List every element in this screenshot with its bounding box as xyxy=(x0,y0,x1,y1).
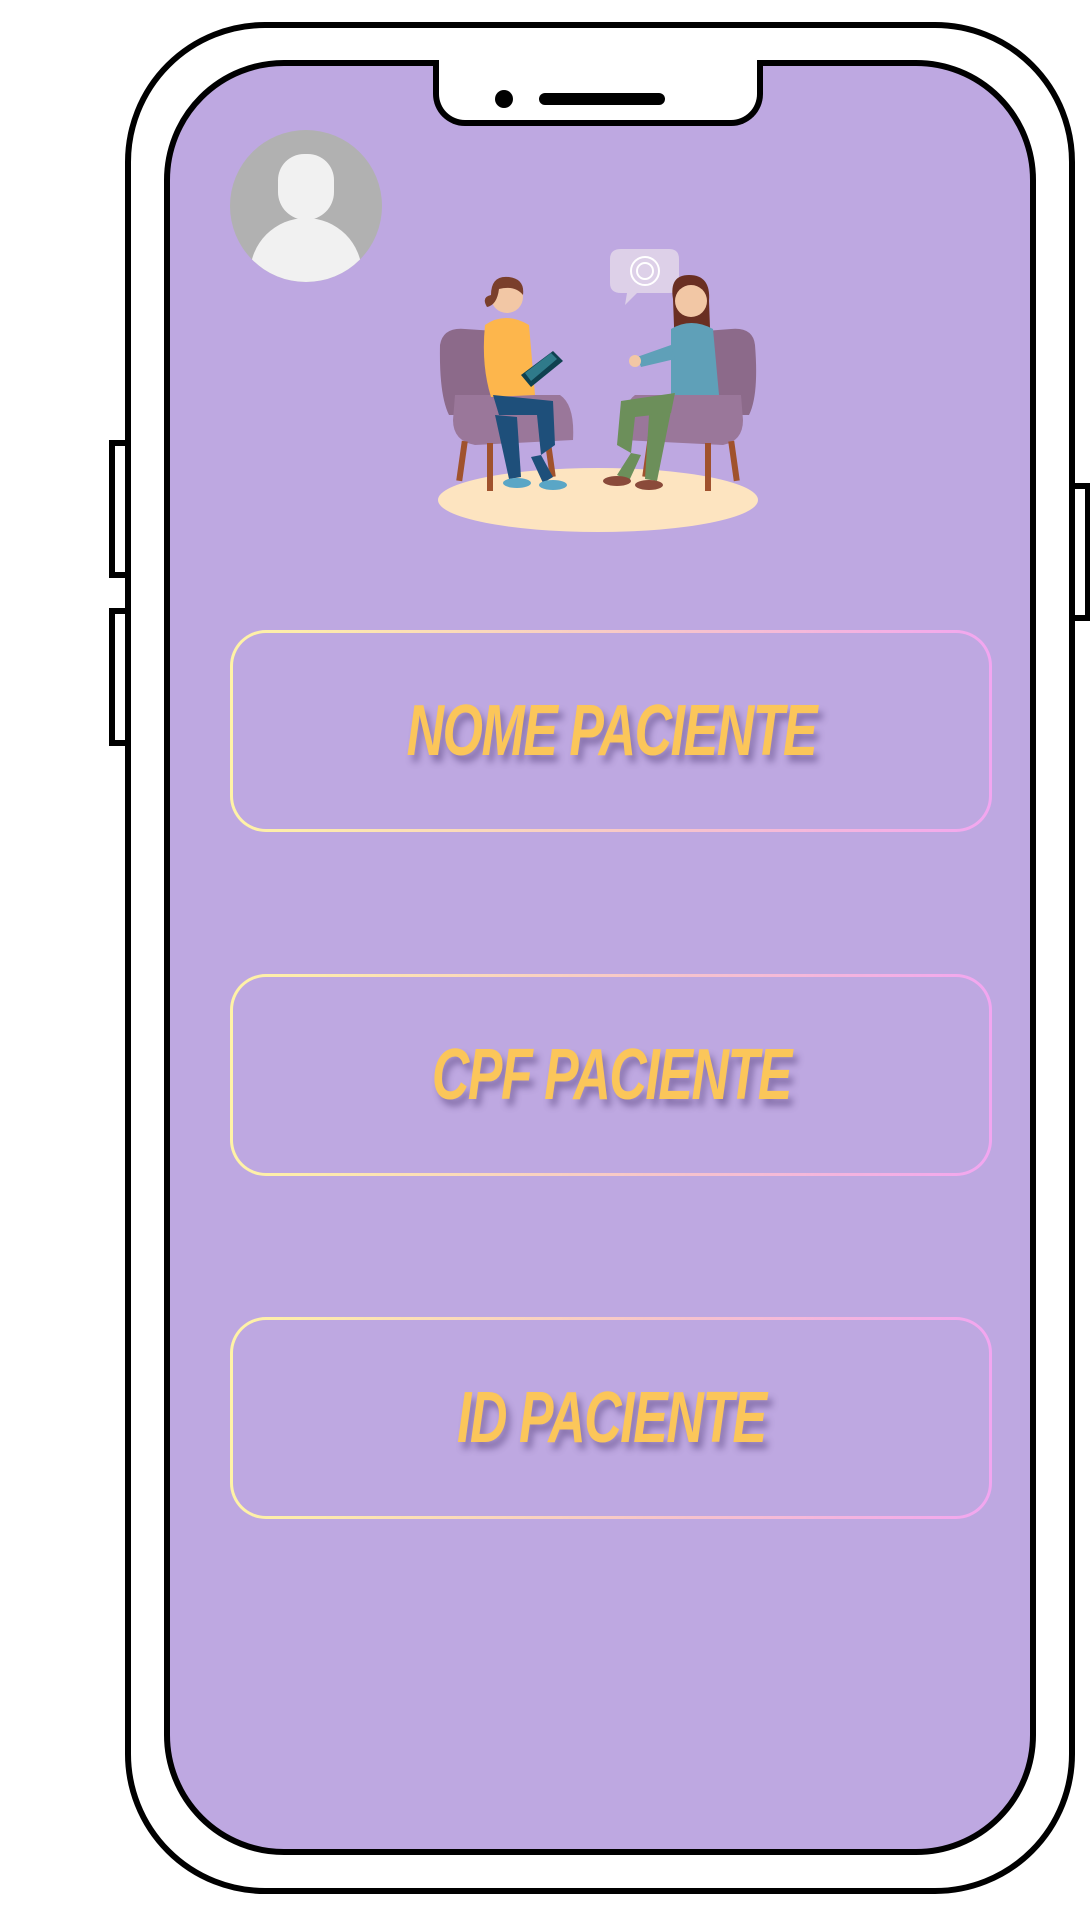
avatar-body xyxy=(250,218,362,282)
speech-bubble xyxy=(610,249,679,305)
app-screen: NOME PACIENTE CPF PACIENTE ID PACIENTE xyxy=(0,0,1090,1920)
patient-id-label: ID PACIENTE xyxy=(456,1378,767,1458)
patient-name-label: NOME PACIENTE xyxy=(406,691,817,771)
therapist-figure xyxy=(483,276,567,490)
speaker-grille xyxy=(539,93,665,105)
avatar-head xyxy=(278,154,334,220)
front-camera-icon xyxy=(495,90,513,108)
patient-cpf-button-inner: CPF PACIENTE xyxy=(233,977,989,1173)
phone-notch xyxy=(433,60,763,126)
therapy-session-illustration xyxy=(438,249,758,532)
patient-name-button-inner: NOME PACIENTE xyxy=(233,633,989,829)
patient-name-button[interactable]: NOME PACIENTE xyxy=(230,630,992,832)
patient-id-button[interactable]: ID PACIENTE xyxy=(230,1317,992,1519)
patient-cpf-label: CPF PACIENTE xyxy=(431,1035,792,1115)
patient-id-button-inner: ID PACIENTE xyxy=(233,1320,989,1516)
patient-cpf-button[interactable]: CPF PACIENTE xyxy=(230,974,992,1176)
patient-figure xyxy=(603,275,719,490)
user-avatar-icon[interactable] xyxy=(230,130,382,282)
